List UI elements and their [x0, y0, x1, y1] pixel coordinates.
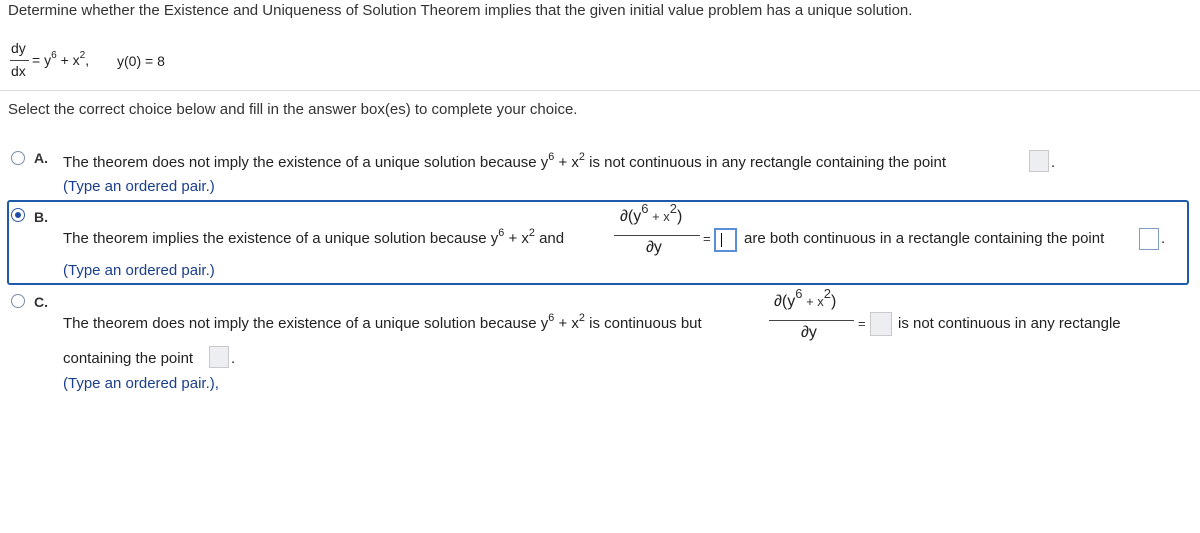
option-b-pd-num-close: ) [677, 208, 683, 225]
ode-x-exponent: 2 [79, 50, 86, 62]
ode-equals: = [32, 52, 41, 68]
option-b-partial-denominator: ∂y [646, 239, 662, 256]
option-c-text-1: The theorem does not imply the existence… [63, 315, 549, 332]
option-c-exp-1: 6 [548, 311, 555, 324]
ode-comma: , [85, 52, 90, 68]
option-c-pd-num-start: ∂(y [774, 293, 796, 310]
option-c-period: . [231, 350, 236, 367]
option-a-point-answer-box[interactable] [1029, 150, 1049, 172]
option-c-fraction-bar [769, 320, 854, 321]
option-c-radio[interactable] [11, 294, 25, 308]
option-a-hint: (Type an ordered pair.) [63, 178, 215, 195]
option-c-statement: The theorem does not imply the existence… [63, 311, 702, 332]
option-c-text-4: is not continuous in any rectangle [898, 315, 1121, 332]
option-c-pd-num-mid: + x [802, 294, 824, 309]
option-b-derivative-answer-box[interactable] [714, 228, 737, 252]
option-c-text-2: + x [554, 315, 579, 332]
option-b-partial-numerator: ∂(y6 + x2) [620, 202, 683, 226]
option-b-statement: The theorem implies the existence of a u… [63, 226, 565, 247]
option-c-text-3: is continuous but [584, 315, 702, 332]
option-a-statement: The theorem does not imply the existence… [63, 150, 947, 171]
option-c-exp-2: 2 [578, 311, 585, 324]
ode-denominator: dx [11, 63, 26, 79]
option-b-pd-num-exp-2: 2 [669, 201, 678, 217]
option-c-point-answer-box[interactable] [209, 346, 229, 368]
option-c-pd-num-exp-1: 6 [795, 286, 803, 302]
option-b-period: . [1161, 230, 1166, 247]
option-a-period: . [1051, 154, 1056, 171]
option-b-hint: (Type an ordered pair.) [63, 262, 215, 279]
instruction-text: Select the correct choice below and fill… [8, 101, 578, 118]
ode-fraction-bar [10, 60, 29, 61]
initial-condition: y(0) = 8 [117, 53, 165, 69]
option-b-letter: B. [34, 209, 48, 225]
option-a-text-3: is not continuous in any rectangle conta… [584, 154, 947, 171]
option-b-text-1: The theorem implies the existence of a u… [63, 230, 499, 247]
option-c-partial-denominator: ∂y [801, 324, 817, 341]
ode-y-exponent: 6 [51, 50, 57, 62]
option-b-text-3: and [534, 230, 565, 247]
option-a-text-2: + x [554, 154, 579, 171]
option-c-line-2: containing the point [63, 350, 194, 367]
option-b-pd-num-exp-1: 6 [641, 201, 649, 217]
ode-x: x [72, 52, 80, 68]
option-b-fraction-bar [614, 235, 700, 236]
option-a-text-1: The theorem does not imply the existence… [63, 154, 549, 171]
option-c-pd-num-close: ) [831, 293, 837, 310]
option-c-letter: C. [34, 294, 48, 310]
option-b-pd-num-start: ∂(y [620, 208, 642, 225]
option-b-text-2: + x [504, 230, 529, 247]
ode-numerator: dy [11, 40, 26, 56]
option-b-equals: = [703, 231, 711, 246]
option-b-point-answer-box[interactable] [1139, 228, 1159, 250]
option-c-equals: = [858, 316, 866, 331]
option-a-exp-2: 2 [578, 150, 585, 163]
text-caret [721, 233, 722, 247]
option-c-hint: (Type an ordered pair.), [63, 375, 219, 392]
section-divider [0, 90, 1200, 91]
option-c-derivative-answer-box[interactable] [870, 312, 892, 336]
option-b-exp-1: 6 [498, 226, 505, 239]
option-b-pd-num-mid: + x [648, 209, 670, 224]
option-a-letter: A. [34, 150, 48, 166]
ode-plus: + [60, 52, 69, 68]
option-c-pd-num-exp-2: 2 [823, 286, 832, 302]
option-b-exp-2: 2 [528, 226, 535, 239]
option-c-partial-numerator: ∂(y6 + x2) [774, 287, 837, 311]
option-b-radio[interactable] [11, 208, 25, 222]
option-b-text-4: are both continuous in a rectangle conta… [744, 230, 1105, 247]
option-a-exp-1: 6 [548, 150, 555, 163]
option-a-radio[interactable] [11, 151, 25, 165]
question-prompt: Determine whether the Existence and Uniq… [8, 2, 913, 19]
